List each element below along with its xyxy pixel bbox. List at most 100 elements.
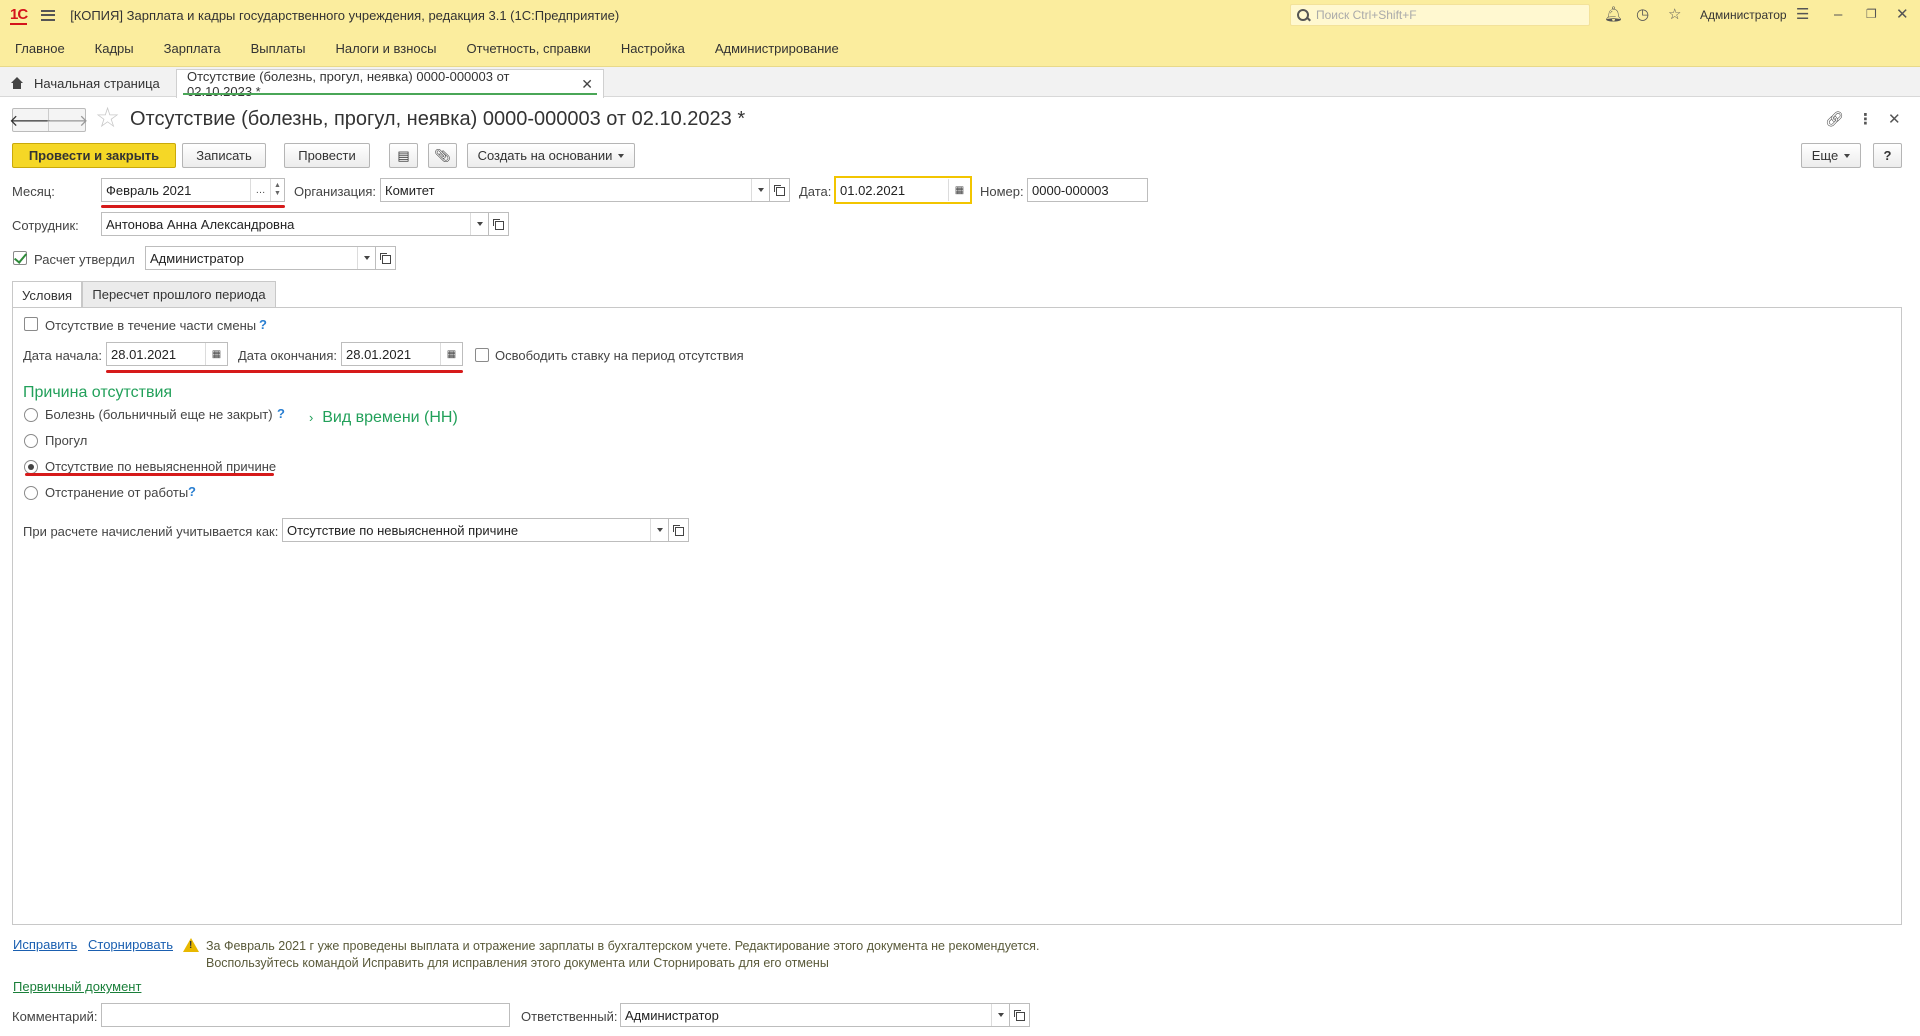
favorites-star-icon[interactable]: ☆ [1668,7,1681,22]
free-rate-label: Освободить ставку на период отсутствия [495,348,744,363]
warning-message: За Февраль 2021 г уже проведены выплата … [206,938,1039,972]
favorite-star-icon[interactable]: ☆ [95,103,120,133]
menu-item-salary[interactable]: Зарплата [149,41,236,56]
bell-icon[interactable]: 🔔︎ [1604,7,1623,22]
calc-as-field[interactable]: Отсутствие по невыясненной причине [282,518,669,542]
employee-label: Сотрудник: [12,218,79,233]
menu-item-taxes[interactable]: Налоги и взносы [320,41,451,56]
main-menu-icon[interactable] [41,9,56,21]
fix-link[interactable]: Исправить [13,937,77,952]
responsible-value: Администратор [625,1007,719,1023]
app-title: [КОПИЯ] Зарплата и кадры государственног… [70,7,620,23]
menu-item-admin[interactable]: Администрирование [700,41,854,56]
warning-line-1: За Февраль 2021 г уже проведены выплата … [206,939,1040,953]
more-label: Еще [1811,148,1839,163]
calendar-icon[interactable]: ▦ [205,343,227,365]
menu-item-reports[interactable]: Отчетность, справки [452,41,606,56]
reason-radio-suspension[interactable] [24,486,38,500]
time-kind-link[interactable]: › Вид времени (НН) [309,409,458,427]
minimize-icon[interactable]: – [1834,7,1842,22]
tab-recalculation[interactable]: Пересчет прошлого периода [82,281,276,307]
menu-item-main[interactable]: Главное [0,41,80,56]
reason-radio-illness[interactable] [24,408,38,422]
more-vertical-icon[interactable]: ⋮ [1858,110,1873,128]
primary-document-link[interactable]: Первичный документ [13,979,141,994]
reason-label-absenteeism: Прогул [45,433,88,448]
create-based-on-label: Создать на основании [477,148,613,163]
help-question-icon[interactable]: ? [188,484,196,499]
responsible-field[interactable]: Администратор [620,1003,1010,1027]
approved-checkbox[interactable] [13,251,27,265]
reason-label-illness: Болезнь (больничный еще не закрыт) [45,407,273,422]
tab-home-label: Начальная страница [34,75,160,91]
reason-radio-unknown[interactable] [24,460,38,474]
number-value: 0000-000003 [1032,182,1109,198]
calendar-icon[interactable]: ▦ [440,343,462,365]
tab-close-icon[interactable]: ✕ [581,76,593,93]
more-button[interactable]: Еще [1801,143,1861,168]
highlight-underline [106,370,463,373]
post-button[interactable]: Провести [284,143,370,168]
forward-arrow-icon[interactable]: 🡒 [46,109,89,131]
menu-item-payments[interactable]: Выплаты [236,41,321,56]
title-bar: 1С [КОПИЯ] Зарплата и кадры государствен… [0,0,1920,30]
attachment-icon[interactable]: 📎︎ [428,143,457,168]
dropdown-icon[interactable] [650,519,668,541]
dropdown-icon[interactable] [751,179,769,201]
comment-input[interactable] [101,1003,510,1027]
organization-label: Организация: [294,184,377,199]
open-employee-icon[interactable] [489,212,509,236]
organization-value: Комитет [385,182,435,198]
organization-field[interactable]: Комитет [380,178,770,202]
select-dots-icon[interactable]: … [250,179,270,201]
back-arrow-icon[interactable]: 🡐 [9,109,52,131]
home-icon [10,77,24,89]
user-name[interactable]: Администратор [1700,8,1787,22]
link-icon[interactable]: 🔗︎ [1825,110,1844,128]
history-icon[interactable]: ◷ [1636,7,1649,22]
comment-label: Комментарий: [12,1009,98,1024]
time-kind-label: Вид времени (НН) [322,409,458,426]
end-date-field[interactable]: 28.01.2021 ▦ [341,342,463,366]
restore-icon[interactable]: ❐ [1866,7,1877,22]
month-field[interactable]: Февраль 2021 … ▲ ▼ [101,178,285,202]
settings-menu-icon[interactable]: ☰ [1796,7,1809,22]
calendar-icon[interactable]: ▦ [948,179,970,201]
open-responsible-icon[interactable] [1010,1003,1030,1027]
tab-document[interactable]: Отсутствие (болезнь, прогул, неявка) 000… [176,69,604,99]
create-based-on-button[interactable]: Создать на основании [467,143,635,168]
close-form-icon[interactable]: ✕ [1888,110,1901,128]
chevron-right-icon: › [309,410,314,425]
tab-conditions[interactable]: Условия [12,281,82,308]
open-calc-as-icon[interactable] [669,518,689,542]
number-field[interactable]: 0000-000003 [1027,178,1148,202]
approved-by-field[interactable]: Администратор [145,246,376,270]
open-organization-icon[interactable] [770,178,790,202]
month-spinner[interactable]: ▲ ▼ [270,179,284,201]
menu-item-hr[interactable]: Кадры [80,41,149,56]
help-button[interactable]: ? [1873,143,1902,168]
free-rate-checkbox[interactable] [475,348,489,362]
close-window-icon[interactable]: ✕ [1896,7,1909,22]
menu-item-settings[interactable]: Настройка [606,41,700,56]
dropdown-icon[interactable] [357,247,375,269]
date-field[interactable]: 01.02.2021 ▦ [834,176,972,204]
month-value: Февраль 2021 [106,182,192,198]
dropdown-icon[interactable] [991,1004,1009,1026]
chevron-down-icon [618,153,625,158]
help-question-icon[interactable]: ? [259,317,267,332]
print-list-icon[interactable]: ▤ [389,143,418,168]
storno-link[interactable]: Сторнировать [88,937,173,952]
search-icon [1297,8,1310,22]
reason-radio-absenteeism[interactable] [24,434,38,448]
dropdown-icon[interactable] [470,213,488,235]
search-input[interactable]: Поиск Ctrl+Shift+F [1290,4,1590,26]
help-question-icon[interactable]: ? [277,406,285,421]
employee-field[interactable]: Антонова Анна Александровна [101,212,489,236]
tab-home[interactable]: Начальная страница [0,69,175,97]
start-date-field[interactable]: 28.01.2021 ▦ [106,342,228,366]
partial-shift-checkbox[interactable] [24,317,38,331]
post-and-close-button[interactable]: Провести и закрыть [12,143,176,168]
open-approved-by-icon[interactable] [376,246,396,270]
write-button[interactable]: Записать [182,143,266,168]
